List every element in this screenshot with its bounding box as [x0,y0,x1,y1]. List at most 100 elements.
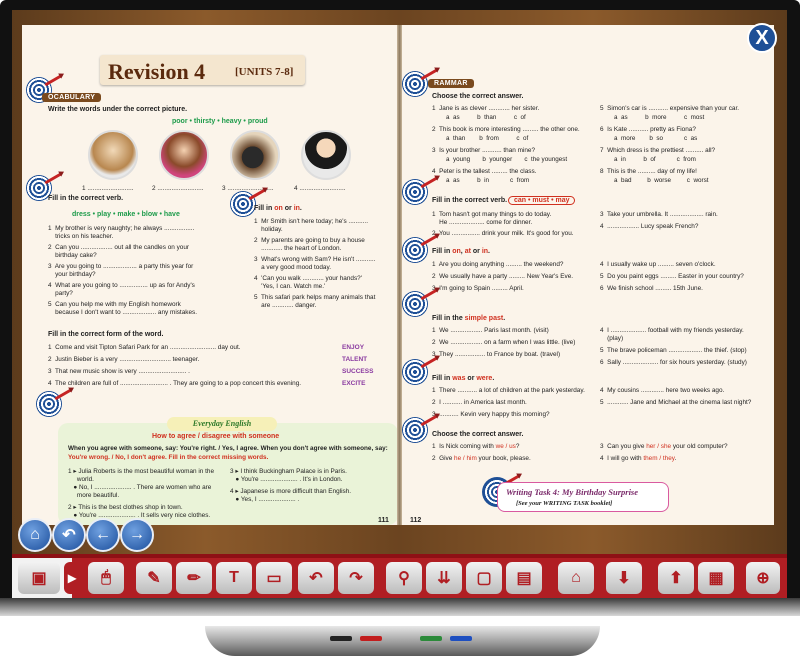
redo-button[interactable]: ↷ [338,562,374,594]
prep-item[interactable]: 2 We usually have a party ......... New … [432,273,573,281]
load-button[interactable]: ▦ [698,562,734,594]
page-view-button[interactable]: ▣ [18,562,60,594]
verb-instruction: Fill in the correct verb. [432,197,508,204]
vocab-blank[interactable]: 1 .......................... [82,185,134,193]
verb-item[interactable]: 1 My brother is very naughty; he always … [48,225,194,241]
toolbar-expand-button[interactable]: ▸ [64,562,80,594]
choose-options[interactable]: a young b younger c the youngest [446,156,567,163]
onin-item[interactable]: 4 'Can you walk ............ your hands?… [254,275,362,291]
vocab-blank[interactable]: 4 .......................... [294,185,346,193]
eraser-tool-button[interactable]: ▭ [256,562,292,594]
previous-page-button[interactable]: ← [86,518,120,552]
form-item[interactable]: 3 That new music show is very ..........… [48,368,190,376]
choose-options[interactable]: a more b so c as [614,135,697,142]
undo-button[interactable]: ↶ [298,562,334,594]
prep-item[interactable]: 3 I'm going to Spain ......... April. [432,285,524,293]
past-instruction: Fill in the simple past. [432,315,506,322]
return-button[interactable]: ↶ [52,518,86,552]
close-button[interactable]: X [747,23,777,53]
highlighter-tool-button[interactable]: ✏ [176,562,212,594]
load-icon: ▦ [708,570,724,587]
whiteboard-button[interactable]: ▤ [506,562,542,594]
choose-options[interactable]: a than b from c of [446,135,528,142]
choose-options[interactable]: a bad b worse c worst [614,177,709,184]
past-item[interactable]: 4 I .................... football with m… [600,327,744,343]
screen-button[interactable]: ▢ [466,562,502,594]
pointer-tool-button[interactable]: 🖱 [88,562,124,594]
prep-instruction: Fill in on, at or in. [432,248,490,255]
print-button[interactable]: ⬇ [606,562,642,594]
verb-item[interactable]: 3 Are you going to ................... a… [48,263,193,279]
verb-item[interactable]: 4 .................. Lucy speak French? [600,223,698,231]
onin-item[interactable]: 2 My parents are going to buy a house ..… [254,237,365,253]
text-tool-button[interactable]: T [216,562,252,594]
form-item[interactable]: 4 The children are full of .............… [48,380,301,388]
waswere-item[interactable]: 3 ........... Kevin very happy this morn… [432,411,550,419]
choose2-item[interactable]: 3 Can you give her / she your old comput… [600,443,728,451]
waswere-item[interactable]: 4 My cousins ............. here two week… [600,387,724,395]
monitor-bezel [0,598,800,616]
verb-item[interactable]: 2 Can you .................. out all the… [48,244,189,260]
vocabulary-tag: OCABULARY [42,93,102,102]
verb-item[interactable]: 5 Can you help me with my English homewo… [48,301,197,317]
prep-item[interactable]: 1 Are you doing anything ......... the w… [432,261,563,269]
choose2-options[interactable]: her / she [646,443,671,450]
vocab-blank[interactable]: 2 .......................... [152,185,204,193]
ee-item[interactable]: 1 ▸ Julia Roberts is the most beautiful … [68,468,214,500]
pen-tool-button[interactable]: ✎ [136,562,172,594]
choose-options[interactable]: a as b than c of [446,114,526,121]
prep-item[interactable]: 4 I usually wake up ......... seven o'cl… [600,261,716,269]
download-icon: ⇊ [437,570,451,587]
choose2-item[interactable]: 2 Give he / him your book, please. [432,455,531,463]
verb-item[interactable]: 1 Tom hasn't got many things to do today… [432,211,551,227]
tools-button[interactable]: ⌂ [558,562,594,594]
save-icon: ⬆ [669,570,683,587]
onin-item[interactable]: 1 Mr Smith isn't here today; he's ......… [254,218,368,234]
ee-item[interactable]: 3 ▸ I think Buckingham Palace is in Pari… [230,468,347,484]
zoom-button[interactable]: ⚲ [386,562,422,594]
choose-question: 5 Simon's car is ........... expensive t… [600,105,740,112]
next-page-button[interactable]: → [120,518,154,552]
choose2-item[interactable]: 4 I will go with them / they. [600,455,676,463]
waswere-item[interactable]: 5 ............ Jane and Michael at the c… [600,399,751,407]
choose-options[interactable]: a as b in c from [446,177,529,184]
onin-item[interactable]: 5 This safari park helps many animals th… [254,294,375,310]
everyday-line: You're wrong. / No, I don't agree. Fill … [68,454,269,461]
past-item[interactable]: 1 We .................. Paris last month… [432,327,549,335]
prep-item[interactable]: 5 Do you paint eggs ......... Easter in … [600,273,744,281]
verb-words-box: can • must • may [508,196,576,205]
form-item[interactable]: 2 Justin Bieber is a very ..............… [48,356,199,364]
verb-item[interactable]: 3 Take your umbrella. It ...............… [600,211,718,219]
form-item[interactable]: 1 Come and visit Tipton Safari Park for … [48,344,241,352]
waswere-item[interactable]: 1 There ........... a lot of children at… [432,387,585,395]
redo-icon: ↷ [349,570,363,587]
ee-item[interactable]: 4 ▸ Japanese is more difficult than Engl… [230,488,351,504]
past-item[interactable]: 5 The brave policeman ..................… [600,347,747,355]
choose2-options[interactable]: he / him [454,455,477,462]
verb-item[interactable]: 4 What are you going to ................… [48,282,195,298]
choose2-options[interactable]: we / us [496,443,516,450]
verb-item[interactable]: 2 You ................ drink your milk. … [432,230,574,238]
home-button[interactable]: ⌂ [18,518,52,552]
choose2-item[interactable]: 1 Is Nick coming with we / us? [432,443,519,451]
prep-item[interactable]: 6 We finish school ......... 15th June. [600,285,703,293]
choose-question: 2 This book is more interesting ........… [432,126,580,133]
download-button[interactable]: ⇊ [426,562,462,594]
waswere-item[interactable]: 2 I ........... in America last month. [432,399,527,407]
save-button[interactable]: ⬆ [658,562,694,594]
past-item[interactable]: 2 We .................. on a farm when I… [432,339,575,347]
choose-question: 7 Which dress is the prettiest .........… [600,147,716,154]
onin-item[interactable]: 3 What's wrong with Sam? He isn't ......… [254,256,375,272]
past-item[interactable]: 3 They ................. to France by bo… [432,351,560,359]
choose-instruction: Choose the correct answer. [432,93,524,100]
choose2-options[interactable]: them / they [643,455,674,462]
past-item[interactable]: 6 Sally .................... for six hou… [600,359,747,367]
choose-options[interactable]: a in b of c from [614,156,696,163]
writing-task-box[interactable]: Writing Task 4: My Birthday Surprise [Se… [497,482,669,512]
web-button[interactable]: ⊕ [746,562,780,594]
pen-tray-red [360,636,382,641]
choose-options[interactable]: a as b more c most [614,114,704,121]
print-icon: ⬇ [617,570,631,587]
everyday-english-title: Everyday English [167,417,277,431]
page-view-icon: ▣ [31,570,47,587]
